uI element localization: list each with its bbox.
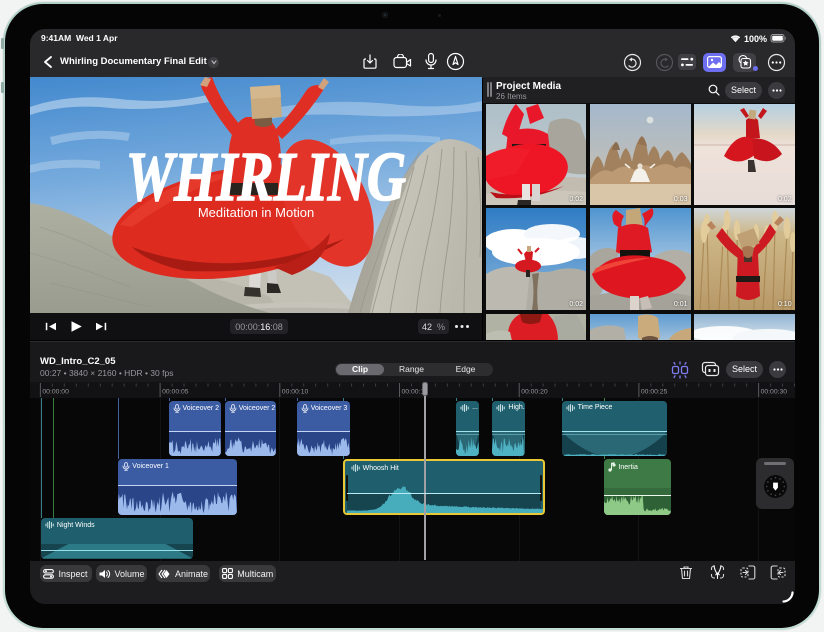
- svg-text:00:00:00: 00:00:00: [42, 388, 69, 395]
- svg-text:100%: 100%: [744, 34, 767, 44]
- svg-text:00:00:20: 00:00:20: [521, 388, 548, 395]
- svg-text:00:00:10: 00:00:10: [282, 388, 309, 395]
- svg-text:Meditation in Motion: Meditation in Motion: [198, 205, 314, 220]
- svg-text:00:00:05: 00:00:05: [162, 388, 189, 395]
- svg-text:00:00:30: 00:00:30: [761, 388, 788, 395]
- svg-text:00:00:25: 00:00:25: [641, 388, 668, 395]
